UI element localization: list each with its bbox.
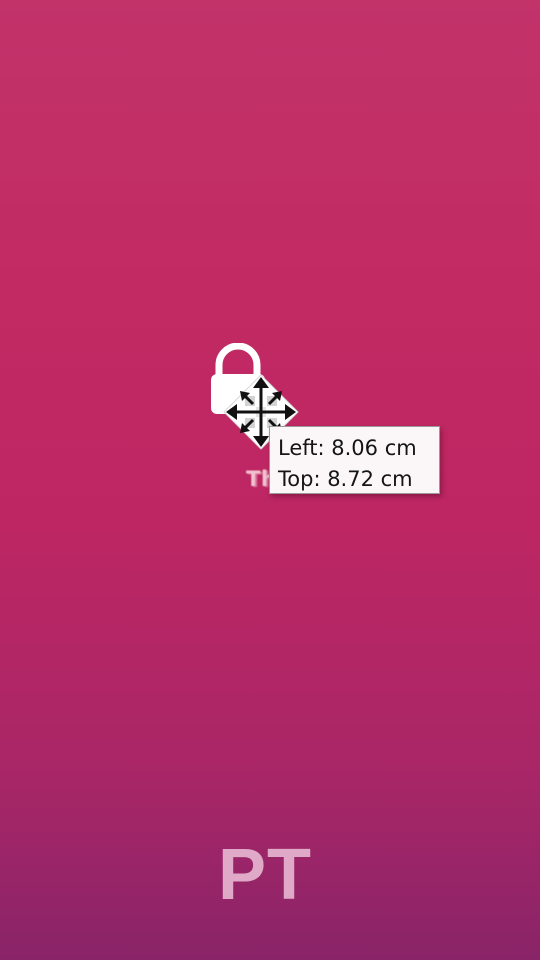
position-tooltip: Left: 8.06 cm Top: 8.72 cm	[269, 426, 440, 494]
screen: { "canvas": { "background_top": "#c2336a…	[0, 0, 540, 960]
tooltip-top-value: Top: 8.72 cm	[278, 467, 413, 491]
watermark-logo: PT	[218, 835, 313, 915]
tooltip-left-value: Left: 8.06 cm	[278, 436, 417, 460]
